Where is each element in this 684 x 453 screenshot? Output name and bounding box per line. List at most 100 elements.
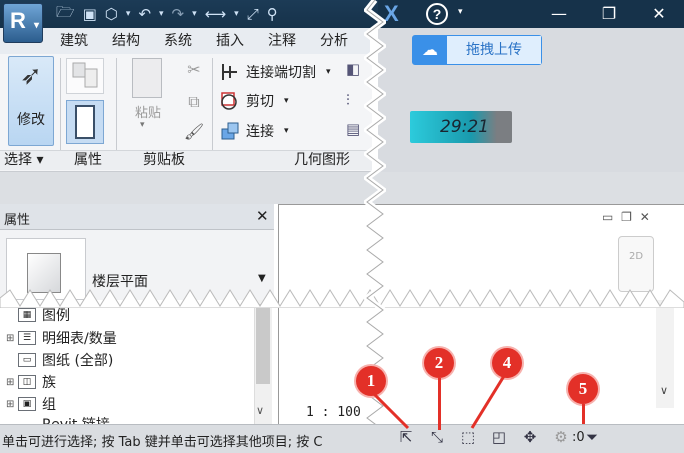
cut-geometry-button[interactable]: 剪切 ▾ — [220, 89, 289, 113]
sync-icon[interactable]: ⬡ — [105, 5, 118, 23]
callout-badge-1: 1 — [356, 366, 386, 396]
callout-pointer-1 — [372, 394, 410, 430]
dimension-icon[interactable]: ⤢ — [247, 5, 259, 23]
options-bar — [0, 172, 684, 204]
expand-icon[interactable]: ⊞ — [6, 377, 18, 388]
help-button[interactable]: ? — [426, 3, 448, 25]
tear-line-horizontal — [0, 289, 684, 308]
panel-clipboard-label: 剪贴板 — [143, 152, 185, 168]
upload-label: 拖拽上传 — [447, 36, 541, 64]
filter-icon[interactable]: ⏷ — [582, 428, 602, 448]
type-properties-icon — [72, 62, 98, 88]
save-icon[interactable]: ▣ — [83, 5, 97, 23]
callout-badge-5: 5 — [568, 374, 598, 404]
tree-item-label: 组 — [42, 397, 56, 413]
cope-button[interactable]: 连接端切割 ▾ — [220, 60, 331, 84]
panel-select-label: 选择 — [4, 152, 32, 168]
tab-architecture[interactable]: 建筑 — [48, 28, 100, 54]
tree-item-schedules[interactable]: ⊞ ☰ 明细表/数量 — [6, 327, 117, 349]
match-properties-icon[interactable]: 🖌 — [182, 122, 206, 144]
tree-item-sheets[interactable]: ▭ 图纸 (全部) — [6, 349, 113, 371]
navigation-wheel[interactable]: 2D — [618, 236, 654, 292]
tab-structure[interactable]: 结构 — [100, 28, 152, 54]
cloud-icon: ☁ — [413, 36, 447, 64]
panel-properties-label: 属性 — [74, 152, 102, 168]
exchange-apps-icon[interactable]: X — [384, 1, 408, 27]
timer-display: 29:21 — [410, 111, 512, 143]
minimize-button[interactable]: — — [534, 2, 584, 26]
quick-access-toolbar: 🗁 ▣ ⬡ ▾ ↶ ▾ ↷ ▾ ⟷ ▾ ⤢ ⚲ — [56, 3, 278, 25]
maximize-button[interactable]: ❐ — [584, 2, 634, 26]
callout-pointer-5 — [582, 404, 585, 424]
view-mode-label: 2D — [628, 251, 644, 262]
chevron-down-icon: ▾ — [33, 20, 39, 31]
tag-icon[interactable]: ⚲ — [267, 5, 278, 23]
chevron-down-icon[interactable]: ▾ — [234, 9, 239, 19]
type-properties-button[interactable] — [66, 58, 104, 94]
cut-icon[interactable]: ✂ — [182, 60, 206, 82]
modify-label: 修改 — [17, 112, 45, 128]
chevron-down-icon[interactable]: ▼ — [258, 273, 266, 284]
cut-geometry-icon — [220, 91, 240, 111]
chevron-down-icon[interactable]: ∨ — [256, 404, 264, 417]
tree-item-families[interactable]: ⊞ ◫ 族 — [6, 371, 56, 393]
tree-item-label: 族 — [42, 375, 56, 391]
tab-insert[interactable]: 插入 — [204, 28, 256, 54]
chevron-down-icon[interactable]: ▾ — [284, 96, 289, 106]
join-button[interactable]: 连接 ▾ — [220, 119, 289, 143]
legend-icon: ▦ — [18, 308, 36, 322]
modify-button[interactable]: ➶ 修改 — [8, 56, 54, 146]
tab-annotate[interactable]: 注释 — [256, 28, 308, 54]
undo-icon[interactable]: ↶ — [138, 5, 151, 23]
properties-button[interactable] — [66, 100, 104, 144]
chevron-down-icon[interactable]: ▾ — [140, 120, 145, 130]
properties-title: 属性 — [4, 213, 31, 228]
chevron-down-icon[interactable]: ▾ — [126, 9, 131, 19]
copy-icon[interactable]: ⧉ — [182, 92, 206, 114]
measure-icon[interactable]: ⟷ — [205, 5, 227, 23]
select-underlay-icon[interactable]: ⤡ — [427, 428, 447, 448]
panel-select[interactable]: 选择 ▾ — [4, 150, 58, 170]
callout-pointer-2 — [438, 378, 441, 430]
tab-systems[interactable]: 系统 — [152, 28, 204, 54]
tree-item-label: 图例 — [42, 308, 70, 324]
tree-item-label: Revit 链接 — [42, 414, 110, 424]
expand-icon[interactable]: ⊞ — [6, 399, 18, 410]
redo-icon[interactable]: ↷ — [172, 5, 185, 23]
canvas-scrollbar[interactable]: ∨ — [656, 300, 674, 408]
revit-logo: R — [10, 8, 26, 33]
drag-elements-icon[interactable]: ✥ — [520, 428, 540, 448]
floor-plan-icon — [27, 253, 61, 293]
properties-close-button[interactable]: ✕ — [256, 207, 269, 225]
browser-scroll-thumb[interactable] — [256, 304, 270, 384]
properties-icon — [75, 105, 95, 139]
cope-icon — [220, 62, 240, 82]
app-menu-button[interactable]: R ▾ — [3, 3, 43, 43]
tree-item-groups[interactable]: ⊞ ▣ 组 — [6, 393, 56, 415]
chevron-down-icon[interactable]: ▾ — [192, 9, 197, 19]
tab-analyze[interactable]: 分析 — [308, 28, 360, 54]
ribbon-tabs: 建筑 结构 系统 插入 注释 分析 — [48, 28, 370, 54]
chevron-down-icon[interactable]: ▾ — [284, 126, 289, 136]
group-icon: ▣ — [18, 397, 36, 411]
chevron-down-icon[interactable]: ▾ — [36, 152, 43, 168]
view-window-controls[interactable]: ▭ ❐ ✕ — [602, 210, 652, 224]
view-scale[interactable]: 1 : 100 — [306, 405, 361, 420]
chevron-down-icon[interactable]: ▾ — [458, 7, 463, 17]
gear-icon[interactable]: ⚙ — [551, 428, 571, 448]
close-button[interactable]: ✕ — [634, 2, 684, 26]
status-message: 单击可进行选择; 按 Tab 键并单击可选择其他项目; 按 C — [2, 435, 323, 450]
paste-icon[interactable] — [132, 58, 162, 98]
chevron-down-icon[interactable]: ▾ — [159, 9, 164, 19]
drag-upload-button[interactable]: ☁ 拖拽上传 — [412, 35, 542, 65]
tree-item-label: 图纸 (全部) — [42, 353, 114, 369]
paste-label: 粘贴 — [134, 106, 161, 121]
cursor-arrow-icon: ➶ — [20, 61, 42, 91]
chevron-down-icon[interactable]: ∨ — [660, 384, 668, 397]
panel-geometry-label: 几何图形 — [294, 152, 350, 168]
open-folder-icon[interactable]: 🗁 — [56, 2, 75, 27]
expand-icon[interactable]: ⊞ — [6, 333, 18, 344]
chevron-down-icon[interactable]: ▾ — [326, 67, 331, 77]
callout-badge-2: 2 — [424, 348, 454, 378]
tree-item-revit-links[interactable]: Revit 链接 — [6, 414, 110, 424]
